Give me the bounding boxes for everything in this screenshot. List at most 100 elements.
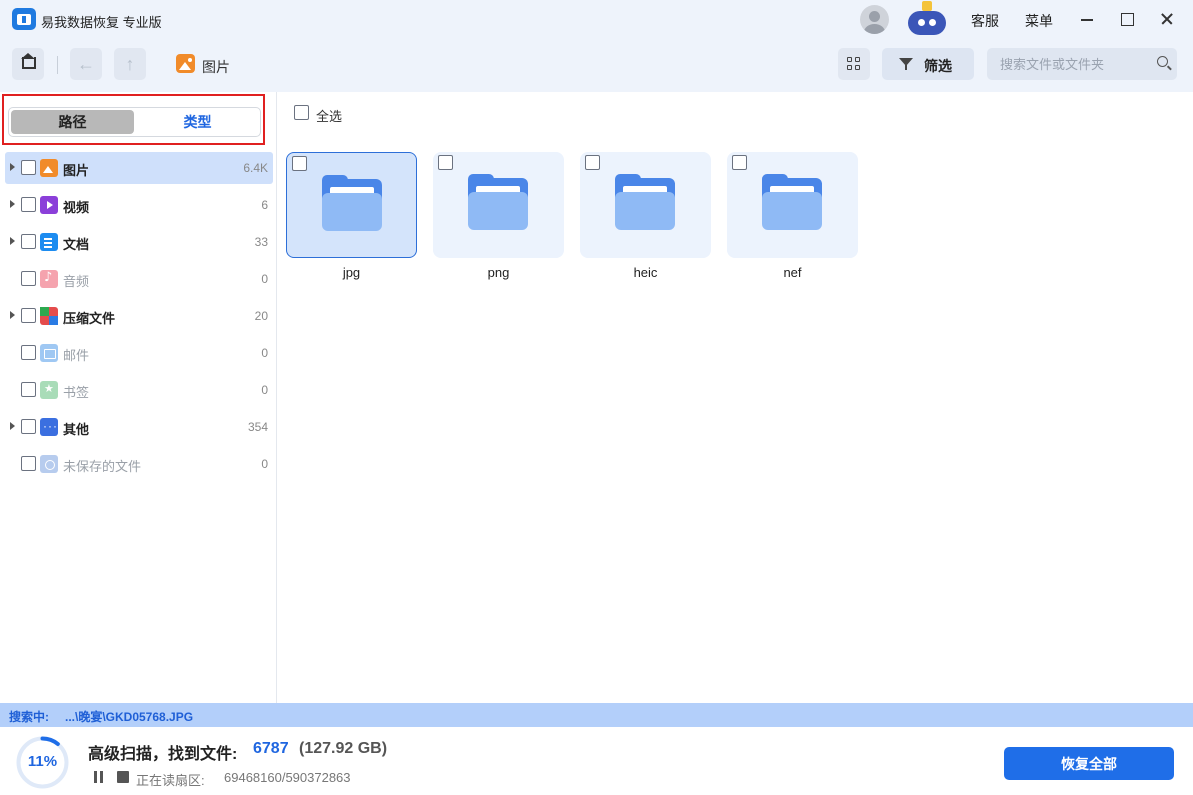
item-count: 6.4K <box>243 161 268 175</box>
home-icon <box>21 53 35 59</box>
expand-arrow-icon[interactable] <box>10 311 15 319</box>
searching-label: 搜索中: <box>9 710 49 724</box>
support-link[interactable]: 客服 <box>971 11 999 31</box>
title-bar: 易我数据恢复 专业版 客服 菜单 <box>0 0 1193 40</box>
sidebar-item-label: 图片 <box>63 163 90 178</box>
item-count: 6 <box>261 198 268 212</box>
folder-name: nef <box>783 265 802 280</box>
up-button[interactable]: ↑ <box>114 48 146 80</box>
folder-tile-png[interactable] <box>433 152 564 258</box>
scan-title: 高级扫描，找到文件: <box>88 746 238 763</box>
checkbox[interactable] <box>21 419 36 434</box>
sidebar-item-videos[interactable]: 视频 6 <box>5 189 273 221</box>
checkbox[interactable] <box>21 345 36 360</box>
arrow-up-icon: ↑ <box>125 54 135 74</box>
item-count: 20 <box>254 309 268 323</box>
unsaved-file-icon <box>40 455 58 473</box>
checkbox[interactable] <box>292 156 307 171</box>
checkbox[interactable] <box>732 155 747 170</box>
arrow-left-icon: ← <box>77 54 95 74</box>
back-button[interactable]: ← <box>70 48 102 80</box>
assistant-robot-icon[interactable] <box>904 1 950 37</box>
sidebar-item-documents[interactable]: 文档 33 <box>5 226 273 258</box>
folder-icon <box>762 174 822 230</box>
expand-arrow-icon[interactable] <box>10 422 15 430</box>
checkbox[interactable] <box>21 456 36 471</box>
select-all-checkbox[interactable] <box>294 105 309 120</box>
user-avatar[interactable] <box>860 5 889 34</box>
sidebar-item-other[interactable]: 其他 354 <box>5 411 273 443</box>
folder-icon <box>615 174 675 230</box>
search-icon[interactable] <box>1157 56 1168 67</box>
sidebar-item-bookmarks[interactable]: 书签 0 <box>5 374 273 406</box>
checkbox[interactable] <box>21 271 36 286</box>
search-box <box>987 48 1177 80</box>
found-size: (127.92 GB) <box>299 740 388 757</box>
checkbox[interactable] <box>21 382 36 397</box>
checkbox[interactable] <box>585 155 600 170</box>
image-icon <box>176 54 195 73</box>
sidebar-item-label: 压缩文件 <box>63 311 116 326</box>
checkbox[interactable] <box>21 160 36 175</box>
folder-name: jpg <box>342 265 361 280</box>
folder-tile-jpg[interactable] <box>286 152 417 258</box>
tab-path[interactable]: 路径 <box>11 110 134 134</box>
folder-icon <box>322 175 382 231</box>
app-window: 易我数据恢复 专业版 客服 菜单 ← ↑ 图片 筛选 搜索文件或文件夹 路径 类… <box>0 0 1193 795</box>
expand-arrow-icon[interactable] <box>10 200 15 208</box>
search-input[interactable] <box>987 48 1147 80</box>
progress-percent: 11% <box>27 753 58 770</box>
close-icon[interactable] <box>1155 8 1179 30</box>
sidebar-item-audio[interactable]: 音频 0 <box>5 263 273 295</box>
item-count: 0 <box>261 272 268 286</box>
checkbox[interactable] <box>21 197 36 212</box>
checkbox[interactable] <box>21 308 36 323</box>
sidebar-item-label: 文档 <box>63 237 90 252</box>
menu-link[interactable]: 菜单 <box>1025 11 1053 31</box>
toolbar: ← ↑ 图片 筛选 <box>0 40 1193 92</box>
scan-footer: 11% 高级扫描，找到文件: 6787 (127.92 GB) 正在读扇区: 6… <box>0 727 1193 795</box>
sidebar-item-unsaved[interactable]: 未保存的文件 0 <box>5 448 273 480</box>
sidebar-item-images[interactable]: 图片 6.4K <box>5 152 273 184</box>
breadcrumb[interactable]: 图片 <box>202 57 230 77</box>
sidebar-item-label: 音频 <box>63 274 90 289</box>
recover-all-button[interactable]: 恢复全部 <box>1004 747 1174 780</box>
item-count: 0 <box>261 383 268 397</box>
sidebar-item-mail[interactable]: 邮件 0 <box>5 337 273 369</box>
stop-icon[interactable] <box>117 771 129 783</box>
tab-type[interactable]: 类型 <box>136 110 259 134</box>
folder-icon <box>468 174 528 230</box>
sidebar-item-archives[interactable]: 压缩文件 20 <box>5 300 273 332</box>
bookmark-icon <box>40 381 58 399</box>
folder-tile-heic[interactable] <box>580 152 711 258</box>
home-button[interactable] <box>12 48 44 80</box>
folder-name: heic <box>633 265 658 280</box>
mail-icon <box>40 344 58 362</box>
maximize-icon[interactable] <box>1115 8 1139 30</box>
filter-button[interactable]: 筛选 <box>882 48 974 80</box>
sidebar-item-label: 未保存的文件 <box>63 459 142 474</box>
checkbox[interactable] <box>21 234 36 249</box>
current-scan-path: ...\晚宴\GKD05768.JPG <box>65 710 194 724</box>
view-toggle-button[interactable] <box>838 48 870 80</box>
expand-arrow-icon[interactable] <box>10 163 15 171</box>
sidebar: 路径 类型 图片 6.4K 视频 6 文档 33 ♪ 音频 0 压缩文件 20 … <box>0 92 277 703</box>
item-count: 0 <box>261 346 268 360</box>
sidebar-item-label: 其他 <box>63 422 90 437</box>
checkbox[interactable] <box>438 155 453 170</box>
sector-label: 正在读扇区: <box>136 773 205 788</box>
folder-tile-nef[interactable] <box>727 152 858 258</box>
pause-icon[interactable] <box>93 771 105 783</box>
minimize-icon[interactable] <box>1075 8 1099 30</box>
expand-arrow-icon[interactable] <box>10 237 15 245</box>
app-title: 易我数据恢复 专业版 <box>41 15 162 30</box>
scan-progress-ring: 11% <box>15 735 70 790</box>
status-bar: 搜索中: ...\晚宴\GKD05768.JPG <box>0 703 1193 727</box>
found-count: 6787 <box>253 740 289 757</box>
view-mode-highlight: 路径 类型 <box>2 94 265 145</box>
item-count: 0 <box>261 457 268 471</box>
audio-icon <box>40 270 58 288</box>
item-count: 33 <box>254 235 268 249</box>
document-icon <box>40 233 58 251</box>
sidebar-item-label: 书签 <box>63 385 90 400</box>
